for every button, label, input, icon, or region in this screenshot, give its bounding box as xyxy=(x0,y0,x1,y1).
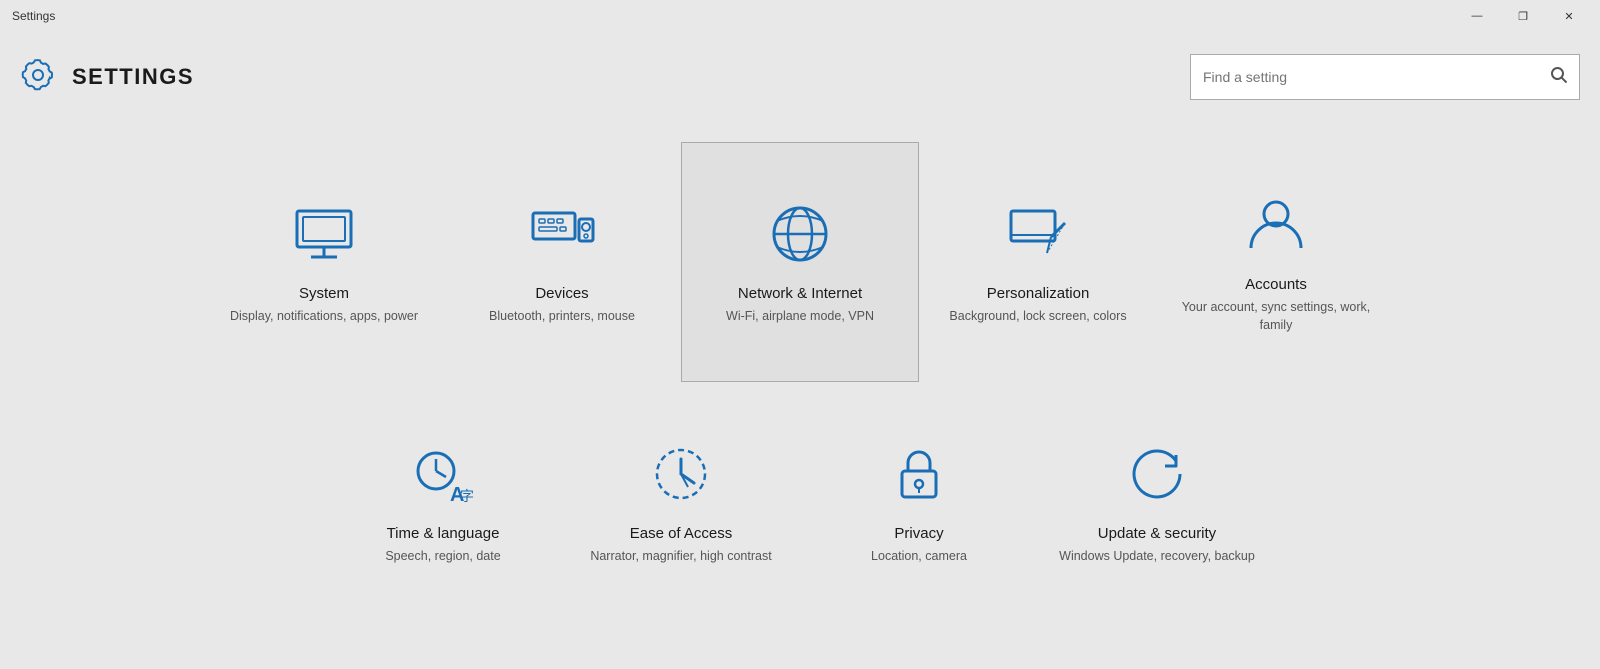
privacy-title: Privacy xyxy=(894,525,943,542)
personalization-icon xyxy=(1003,199,1073,269)
system-icon xyxy=(289,199,359,269)
system-title: System xyxy=(299,285,349,302)
settings-item-update[interactable]: Update & security Windows Update, recove… xyxy=(1038,382,1276,622)
page-title: SETTINGS xyxy=(72,64,194,90)
system-desc: Display, notifications, apps, power xyxy=(230,308,418,326)
header: SETTINGS xyxy=(0,32,1600,122)
settings-item-system[interactable]: System Display, notifications, apps, pow… xyxy=(205,142,443,382)
minimize-button[interactable]: — xyxy=(1454,0,1500,32)
ease-desc: Narrator, magnifier, high contrast xyxy=(590,548,771,566)
update-title: Update & security xyxy=(1098,525,1216,542)
accounts-desc: Your account, sync settings, work, famil… xyxy=(1178,299,1374,334)
devices-icon xyxy=(527,199,597,269)
title-bar: Settings — ❐ ✕ xyxy=(0,0,1600,32)
accounts-title: Accounts xyxy=(1245,276,1307,293)
ease-title: Ease of Access xyxy=(630,525,733,542)
privacy-icon xyxy=(884,439,954,509)
search-icon[interactable] xyxy=(1551,67,1567,88)
devices-title: Devices xyxy=(535,285,588,302)
settings-item-personalization[interactable]: Personalization Background, lock screen,… xyxy=(919,142,1157,382)
gear-icon xyxy=(20,57,56,98)
settings-item-devices[interactable]: Devices Bluetooth, printers, mouse xyxy=(443,142,681,382)
close-button[interactable]: ✕ xyxy=(1546,0,1592,32)
svg-text:字: 字 xyxy=(460,488,474,504)
personalization-desc: Background, lock screen, colors xyxy=(949,308,1126,326)
settings-main: System Display, notifications, apps, pow… xyxy=(0,122,1600,642)
devices-desc: Bluetooth, printers, mouse xyxy=(489,308,635,326)
settings-item-network[interactable]: Network & Internet Wi-Fi, airplane mode,… xyxy=(681,142,919,382)
title-bar-left: Settings xyxy=(12,9,55,23)
ease-icon xyxy=(646,439,716,509)
settings-row-1: System Display, notifications, apps, pow… xyxy=(205,142,1395,382)
title-bar-controls: — ❐ ✕ xyxy=(1454,0,1592,32)
update-desc: Windows Update, recovery, backup xyxy=(1059,548,1255,566)
settings-item-time[interactable]: A 字 Time & language Speech, region, date xyxy=(324,382,562,622)
update-icon xyxy=(1122,439,1192,509)
settings-item-privacy[interactable]: Privacy Location, camera xyxy=(800,382,1038,622)
time-desc: Speech, region, date xyxy=(385,548,500,566)
time-icon: A 字 xyxy=(408,439,478,509)
header-left: SETTINGS xyxy=(20,57,194,98)
time-title: Time & language xyxy=(387,525,500,542)
title-bar-title: Settings xyxy=(12,9,55,23)
settings-item-ease[interactable]: Ease of Access Narrator, magnifier, high… xyxy=(562,382,800,622)
settings-row-2: A 字 Time & language Speech, region, date… xyxy=(324,382,1276,622)
maximize-button[interactable]: ❐ xyxy=(1500,0,1546,32)
search-box[interactable] xyxy=(1190,54,1580,100)
personalization-title: Personalization xyxy=(987,285,1090,302)
network-title: Network & Internet xyxy=(738,285,862,302)
settings-item-accounts[interactable]: Accounts Your account, sync settings, wo… xyxy=(1157,142,1395,382)
network-desc: Wi-Fi, airplane mode, VPN xyxy=(726,308,874,326)
accounts-icon xyxy=(1241,190,1311,260)
privacy-desc: Location, camera xyxy=(871,548,967,566)
network-icon xyxy=(765,199,835,269)
search-input[interactable] xyxy=(1203,69,1551,85)
